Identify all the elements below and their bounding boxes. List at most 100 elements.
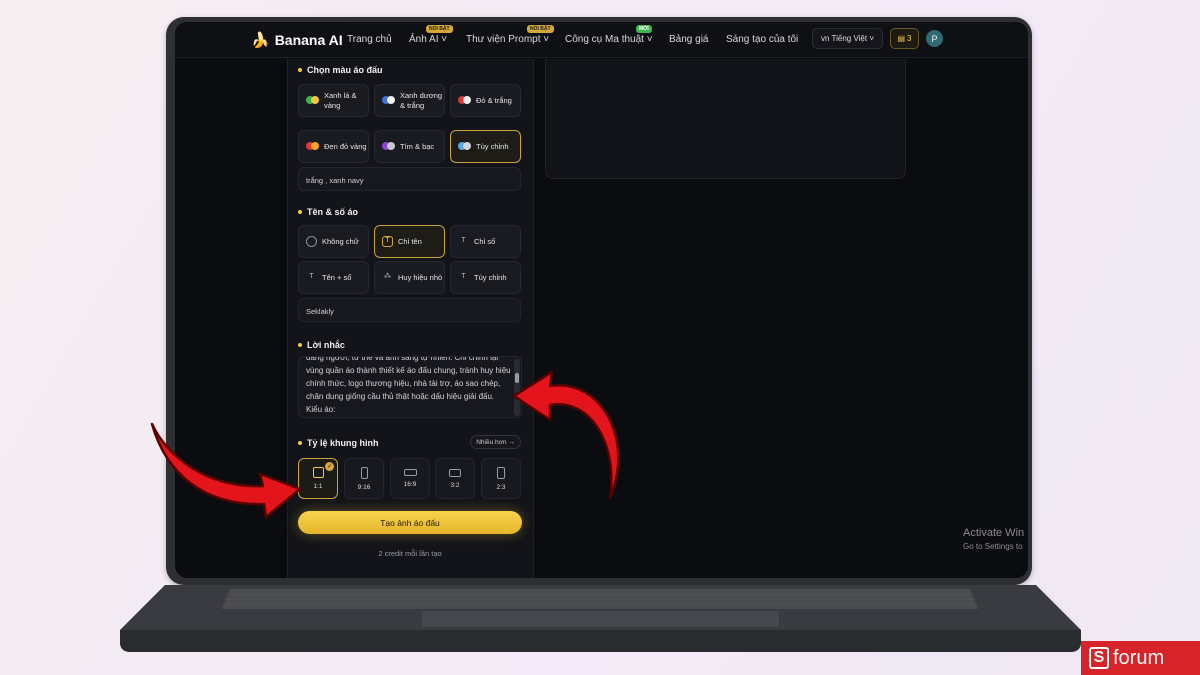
ratio-label: 3:2 — [450, 481, 460, 489]
custom-name-input[interactable]: Seklakly — [298, 298, 521, 322]
color-swatch-icon — [382, 96, 395, 105]
ratio-option-3-2[interactable]: 3:2 — [435, 458, 475, 499]
color-section-label: Chọn màu áo đấu — [307, 65, 383, 75]
preview-area — [545, 59, 906, 179]
text-t-icon: T — [309, 273, 314, 281]
language-selector[interactable]: vn Tiếng Việt ˅ — [812, 28, 883, 49]
bullet-dot-icon — [298, 441, 302, 445]
featured-badge: NỔI BẬT — [527, 25, 554, 33]
ratio-label: 1:1 — [313, 483, 323, 490]
badge-icon: ⁂ — [384, 273, 391, 281]
text-t-icon: T — [461, 237, 466, 245]
ratio-label: 16:9 — [403, 481, 417, 488]
nav-home[interactable]: Trang chủ — [347, 34, 392, 45]
nav-pricing[interactable]: Bảng giá — [669, 34, 708, 45]
landscape-ratio-icon — [449, 468, 461, 477]
nav-my-creations[interactable]: Sáng tạo của tôi — [726, 34, 798, 45]
scroll-thumb[interactable] — [515, 373, 519, 383]
laptop-base — [120, 585, 1081, 652]
name-option-name-only[interactable]: T Chỉ tên — [374, 225, 445, 258]
name-option-small-badge[interactable]: ⁂ Huy hiệu nhỏ — [374, 261, 445, 294]
top-navbar: 🍌 Banana AI Trang chủ Ảnh AI ˅ NỔI BẬT T… — [175, 22, 1028, 58]
bullet-dot-icon — [298, 68, 302, 72]
bullet-dot-icon — [298, 210, 302, 214]
prompt-section-label: Lời nhắc — [307, 340, 345, 350]
color-option-green-yellow[interactable]: Xanh lá & vàng — [298, 84, 369, 117]
credits-count: 3 — [907, 34, 912, 43]
color-section-title: Chọn màu áo đấu — [298, 65, 383, 75]
new-badge: MỚI — [636, 25, 652, 33]
forum-brand-text: forum — [1113, 646, 1165, 669]
ratio-section-title: Tỷ lệ khung hình — [298, 438, 379, 448]
prompt-textarea[interactable]: dáng người, tư thế và ánh sáng tự nhiên.… — [298, 356, 522, 418]
credits-button[interactable]: ▤ 3 — [890, 28, 919, 49]
app-screen: 🍌 Banana AI Trang chủ Ảnh AI ˅ NỔI BẬT T… — [175, 22, 1028, 578]
option-label: Tên + số — [322, 272, 352, 282]
activate-windows-title: Activate Win — [963, 527, 1025, 539]
option-label: Đen đỏ vàng — [324, 141, 367, 151]
custom-color-input[interactable]: trắng , xanh navy — [298, 167, 521, 191]
name-option-name-number[interactable]: T Tên + số — [298, 261, 369, 294]
coins-icon: ▤ — [897, 34, 906, 43]
forum-brand-logo: S forum — [1081, 641, 1200, 675]
color-option-black-red-yellow[interactable]: Đen đỏ vàng — [298, 130, 369, 163]
ratio-option-1-1[interactable]: ✓ 1:1 — [298, 458, 338, 499]
brand-logo[interactable]: 🍌 Banana AI — [251, 31, 343, 49]
nav-ai-image-label: Ảnh AI ˅ — [409, 34, 448, 45]
ratio-label: 2:3 — [496, 483, 506, 491]
bullet-dot-icon — [298, 343, 302, 347]
s-logo-icon: S — [1089, 647, 1109, 669]
color-swatch-icon — [382, 142, 395, 151]
nav-prompt-library-label: Thư viện Prompt ˅ — [466, 34, 550, 45]
nav-magic-tools[interactable]: Công cụ Ma thuật ˅ MỚI — [565, 25, 653, 45]
color-swatch-icon — [306, 96, 319, 105]
nav-prompt-library[interactable]: Thư viện Prompt ˅ NỔI BẬT — [466, 25, 554, 45]
name-section-label: Tên & số áo — [307, 207, 359, 217]
option-label: Chỉ tên — [398, 236, 422, 246]
prompt-section-title: Lời nhắc — [298, 340, 345, 350]
portrait-ratio-icon — [497, 466, 505, 479]
option-label: Xanh dương & trắng — [400, 91, 443, 110]
prompt-scrollbar[interactable] — [514, 359, 520, 416]
ratio-option-16-9[interactable]: 16:9 — [390, 458, 430, 499]
ratio-label: 9:16 — [357, 483, 371, 491]
text-t-icon: T — [461, 273, 466, 281]
ratio-section-label: Tỷ lệ khung hình — [307, 438, 379, 448]
brand-name: Banana AI — [274, 32, 343, 48]
color-swatch-icon — [458, 96, 471, 105]
featured-badge: NỔI BẬT — [426, 25, 453, 33]
nav-magic-tools-label: Công cụ Ma thuật ˅ — [565, 34, 653, 45]
ratio-option-2-3[interactable]: 2:3 — [481, 458, 521, 499]
square-ratio-icon — [312, 467, 324, 478]
create-jersey-button[interactable]: Tạo ảnh áo đấu — [298, 511, 522, 534]
text-t-icon: T — [382, 236, 393, 247]
color-swatch-icon — [306, 142, 319, 151]
nav-ai-image[interactable]: Ảnh AI ˅ NỔI BẬT — [409, 25, 453, 45]
ratio-option-9-16[interactable]: 9:16 — [344, 458, 384, 499]
name-option-none[interactable]: Không chữ — [298, 225, 369, 258]
activate-windows-subtitle: Go to Settings to — [963, 542, 1023, 551]
color-option-custom[interactable]: Tùy chỉnh — [450, 130, 521, 163]
avatar[interactable]: P — [926, 30, 943, 47]
name-option-number-only[interactable]: T Chỉ số — [450, 225, 521, 258]
option-label: Chỉ số — [474, 236, 496, 246]
circle-icon — [306, 236, 317, 247]
option-label: Huy hiệu nhỏ — [398, 272, 443, 282]
name-section-title: Tên & số áo — [298, 207, 358, 217]
name-option-custom[interactable]: T Tùy chỉnh — [450, 261, 521, 294]
option-label: Đỏ & trắng — [476, 95, 512, 105]
check-icon: ✓ — [325, 462, 334, 471]
banana-icon: 🍌 — [251, 32, 270, 49]
option-label: Tím & bạc — [400, 141, 435, 151]
color-option-red-white[interactable]: Đỏ & trắng — [450, 84, 521, 117]
color-swatch-icon — [458, 142, 471, 151]
color-option-blue-white[interactable]: Xanh dương & trắng — [374, 84, 445, 117]
option-label: Xanh lá & vàng — [324, 91, 357, 110]
credit-cost-note: 2 credit mỗi lần tạo — [378, 549, 442, 558]
option-label: Tùy chỉnh — [476, 141, 509, 151]
prompt-text: dáng người, tư thế và ánh sáng tự nhiên.… — [306, 356, 511, 414]
more-ratios-button[interactable]: Nhiều hơn → — [470, 435, 521, 449]
color-option-purple-silver[interactable]: Tím & bạc — [374, 130, 445, 163]
landscape-ratio-icon — [403, 469, 417, 476]
portrait-ratio-icon — [360, 466, 368, 479]
